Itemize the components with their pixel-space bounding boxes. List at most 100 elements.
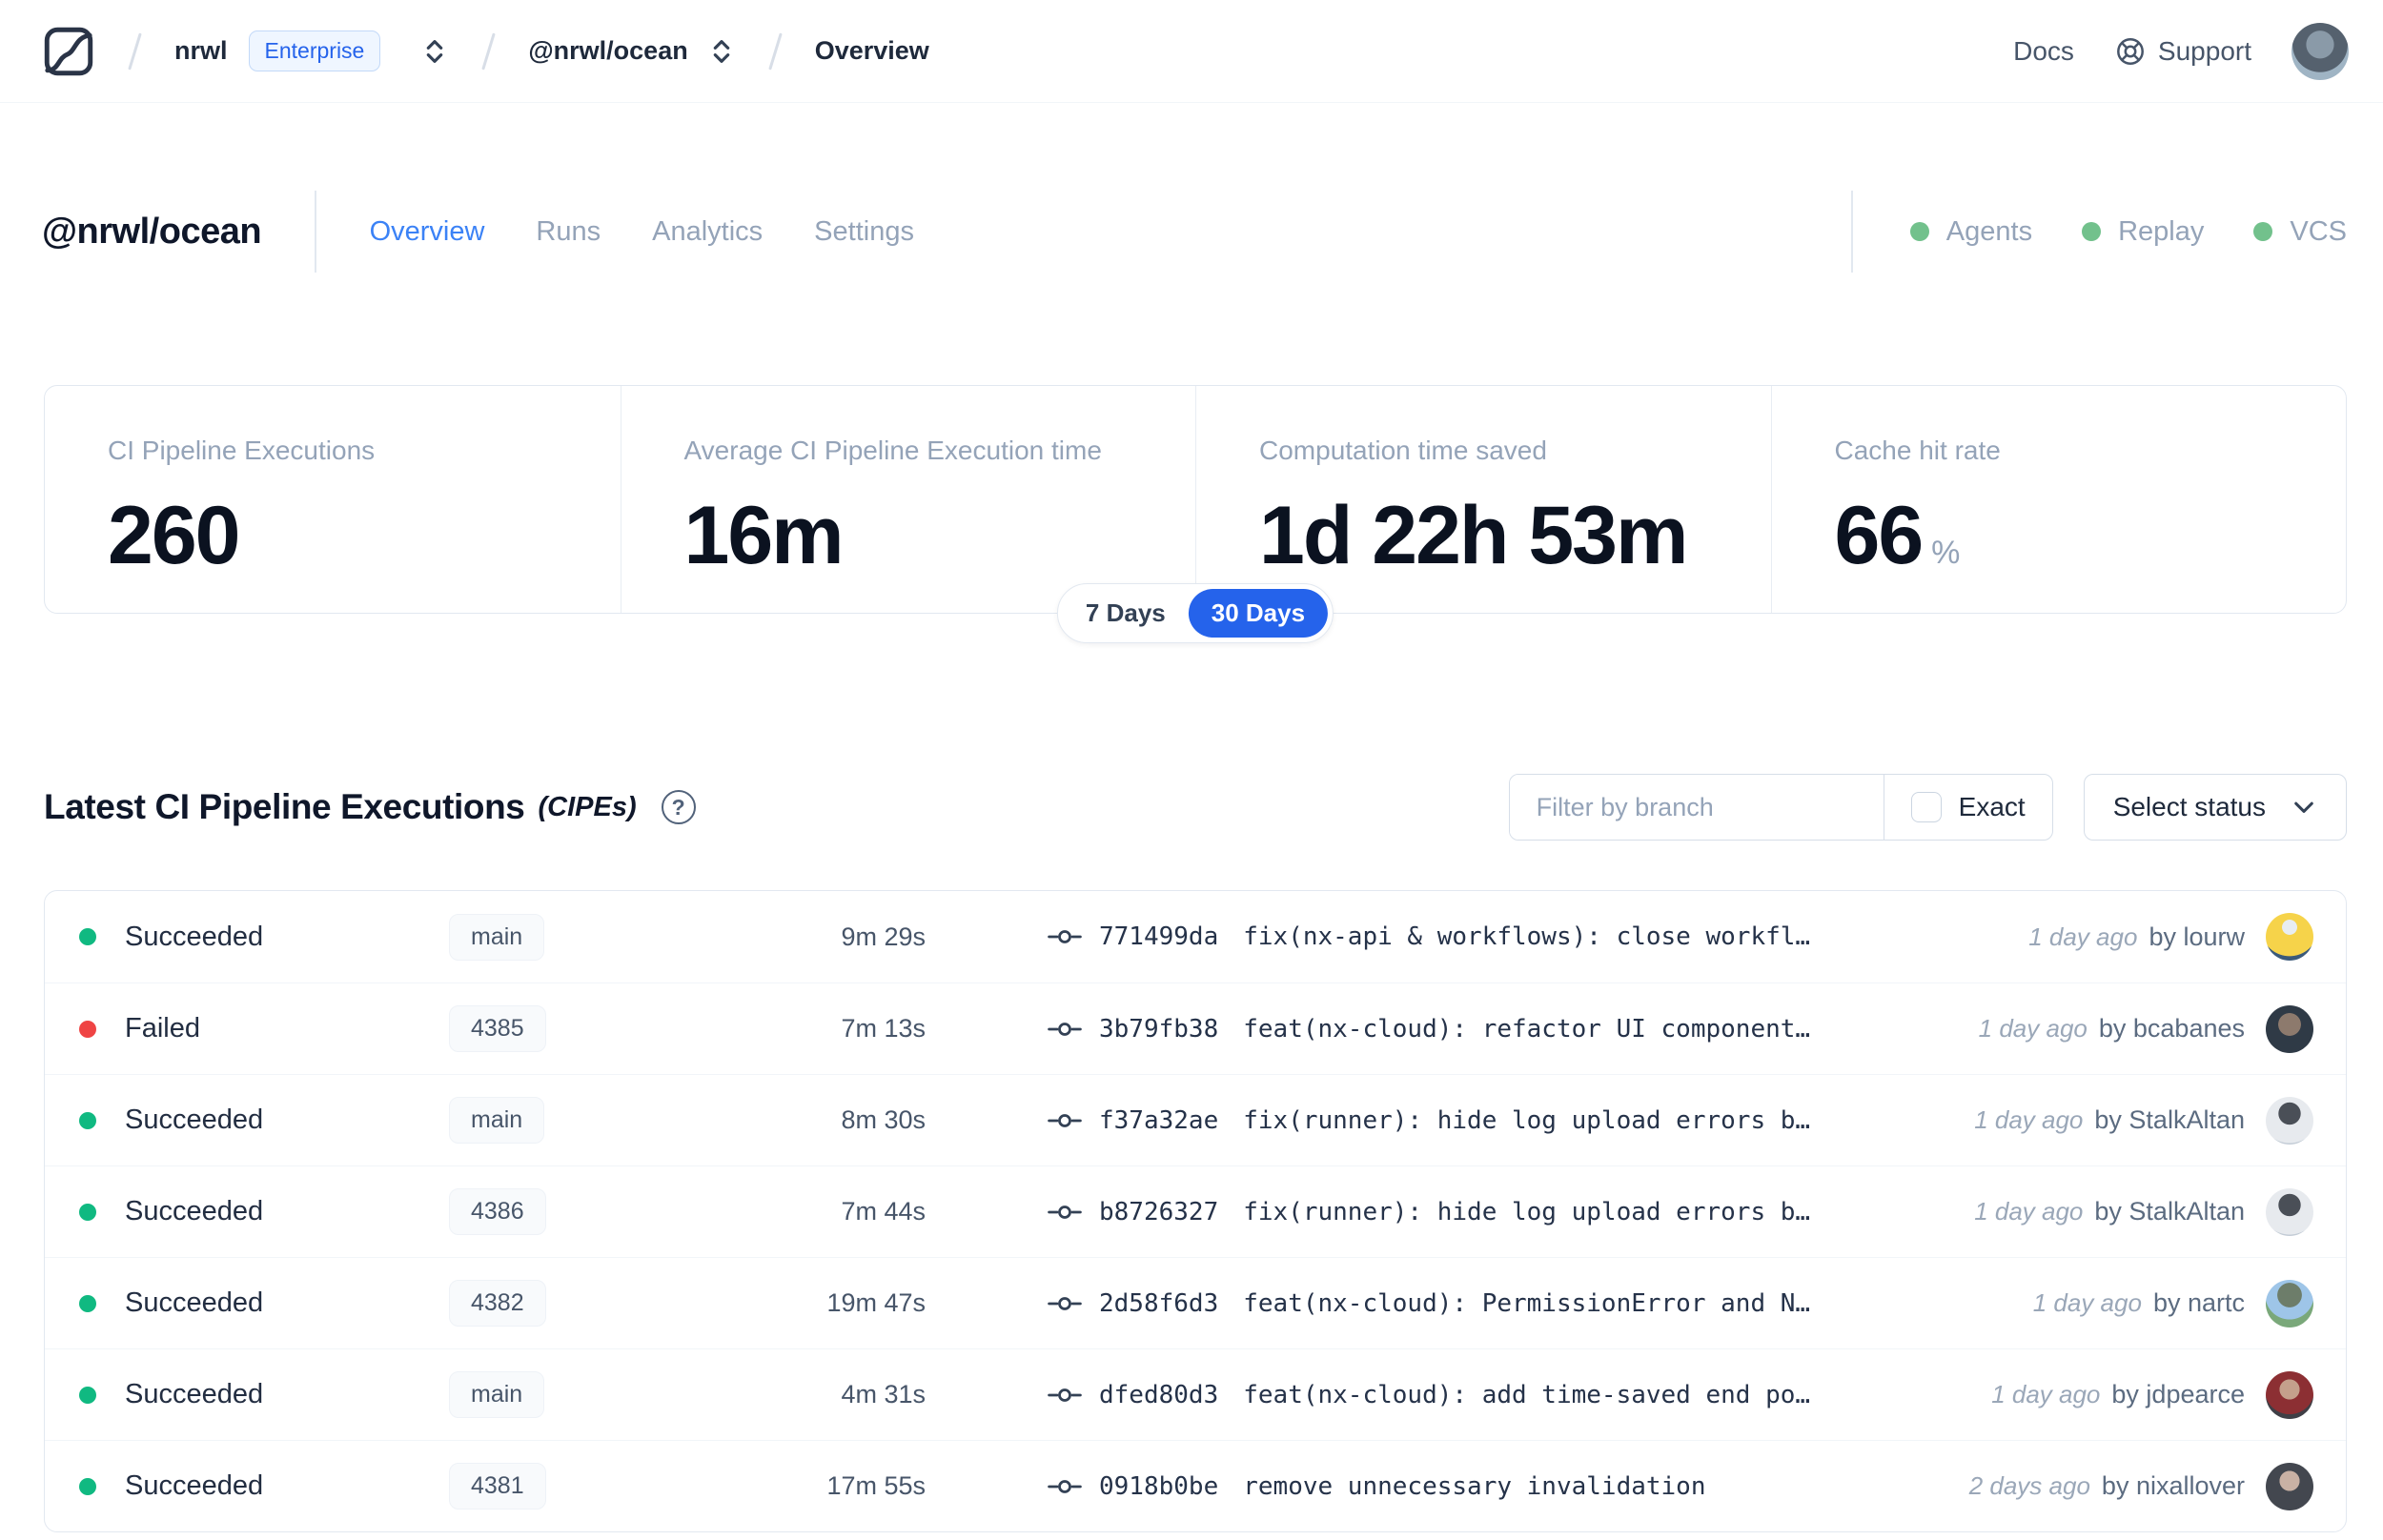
commit-message[interactable]: remove unnecessary invalidation bbox=[1243, 1472, 1705, 1501]
tab-runs[interactable]: Runs bbox=[536, 216, 601, 248]
divider bbox=[315, 191, 316, 273]
cipe-time: 2 days ago bbox=[1968, 1471, 2090, 1500]
commit-message[interactable]: fix(runner): hide log upload errors b… bbox=[1243, 1106, 1810, 1135]
avatar bbox=[2266, 1279, 2313, 1327]
branch-badge[interactable]: 4385 bbox=[449, 1005, 546, 1052]
breadcrumb-separator bbox=[481, 31, 497, 71]
workspace-switcher-button[interactable] bbox=[707, 35, 736, 68]
health-vcs-label: VCS bbox=[2290, 215, 2347, 247]
range-30-days[interactable]: 30 Days bbox=[1188, 589, 1329, 638]
cipe-author: by lourw bbox=[2149, 922, 2245, 951]
stat-value: 1d 22h 53m bbox=[1259, 495, 1733, 577]
cipe-duration: 4m 31s bbox=[841, 1380, 926, 1408]
table-row[interactable]: Succeeded main 9m 29s 771499da fix(nx-ap… bbox=[45, 891, 2346, 983]
commit-hash[interactable]: 2d58f6d3 bbox=[1099, 1289, 1218, 1318]
cipe-filters: Exact Select status bbox=[1508, 774, 2347, 841]
status-select-label: Select status bbox=[2112, 792, 2266, 821]
tab-overview[interactable]: Overview bbox=[370, 216, 485, 248]
branch-badge[interactable]: 4386 bbox=[449, 1188, 546, 1235]
exact-toggle[interactable]: Exact bbox=[1883, 775, 2052, 840]
commit-message[interactable]: fix(nx-api & workflows): close workfl… bbox=[1243, 922, 1810, 951]
cipe-time: 1 day ago bbox=[1991, 1380, 2101, 1408]
branch-badge[interactable]: main bbox=[449, 1371, 545, 1418]
avatar bbox=[2266, 1370, 2313, 1419]
exact-checkbox[interactable] bbox=[1910, 792, 1942, 822]
nx-cloud-logo-icon bbox=[44, 27, 93, 75]
table-row[interactable]: Succeeded 4381 17m 55s 0918b0be remove u… bbox=[45, 1440, 2346, 1531]
cipe-duration: 8m 30s bbox=[841, 1105, 926, 1134]
breadcrumb-separator bbox=[767, 31, 783, 71]
commit: 771499da fix(nx-api & workflows): close … bbox=[1048, 922, 2028, 951]
health-agents-label: Agents bbox=[1945, 215, 2033, 247]
cipe-duration: 19m 47s bbox=[826, 1288, 926, 1317]
cipe-duration: 9m 29s bbox=[841, 922, 926, 951]
support-link[interactable]: Support bbox=[2114, 35, 2251, 68]
health-vcs[interactable]: VCS bbox=[2253, 216, 2347, 248]
avatar bbox=[2266, 913, 2313, 961]
user-avatar[interactable] bbox=[2291, 22, 2349, 80]
branch-badge[interactable]: 4382 bbox=[449, 1280, 546, 1327]
docs-link[interactable]: Docs bbox=[2013, 36, 2074, 67]
stat-label: Average CI Pipeline Execution time bbox=[683, 436, 1102, 465]
stat-label: Computation time saved bbox=[1259, 436, 1547, 465]
cipe-status-dot-icon bbox=[79, 1386, 96, 1404]
breadcrumb-workspace[interactable]: @nrwl/ocean bbox=[528, 36, 687, 66]
cipe-status: Succeeded bbox=[125, 1287, 264, 1318]
cipe-meta: 1 day ago by bcabanes bbox=[1979, 1014, 2245, 1044]
branch-badge[interactable]: main bbox=[449, 913, 545, 961]
commit-message[interactable]: fix(runner): hide log upload errors b… bbox=[1243, 1198, 1810, 1226]
page-title: @nrwl/ocean bbox=[42, 211, 262, 252]
commit-hash[interactable]: 771499da bbox=[1099, 922, 1218, 951]
git-commit-icon bbox=[1048, 1113, 1082, 1127]
commit-message[interactable]: feat(nx-cloud): refactor UI component… bbox=[1243, 1015, 1810, 1044]
status-select-dropdown[interactable]: Select status bbox=[2083, 774, 2347, 841]
avatar bbox=[2266, 1096, 2313, 1145]
cipe-author: by nixallover bbox=[2101, 1471, 2245, 1500]
health-indicators: Agents Replay VCS bbox=[1851, 191, 2347, 273]
health-replay[interactable]: Replay bbox=[2082, 216, 2204, 248]
cipe-meta: 1 day ago by StalkAltan bbox=[1974, 1105, 2245, 1135]
cipe-status: Failed bbox=[125, 1013, 200, 1044]
commit-hash[interactable]: b8726327 bbox=[1099, 1198, 1218, 1226]
git-commit-icon bbox=[1048, 1296, 1082, 1310]
branch-filter-group: Exact bbox=[1508, 774, 2053, 841]
git-commit-icon bbox=[1048, 1022, 1082, 1036]
commit-message[interactable]: feat(nx-cloud): PermissionError and N… bbox=[1243, 1289, 1810, 1318]
tab-settings[interactable]: Settings bbox=[814, 216, 914, 248]
avatar bbox=[2266, 1187, 2313, 1236]
branch-badge[interactable]: main bbox=[449, 1097, 545, 1144]
commit-hash[interactable]: dfed80d3 bbox=[1099, 1381, 1218, 1409]
table-row[interactable]: Succeeded 4382 19m 47s 2d58f6d3 feat(nx-… bbox=[45, 1257, 2346, 1348]
stat-number: 1d 22h 53m bbox=[1259, 490, 1688, 581]
workspace-tabs: Overview Runs Analytics Settings bbox=[370, 216, 914, 248]
cipe-status: Succeeded bbox=[125, 1196, 264, 1226]
table-row[interactable]: Succeeded main 4m 31s dfed80d3 feat(nx-c… bbox=[45, 1348, 2346, 1440]
enterprise-badge[interactable]: Enterprise bbox=[248, 30, 381, 71]
cipe-time: 1 day ago bbox=[1974, 1197, 2084, 1226]
health-agents[interactable]: Agents bbox=[1909, 215, 2033, 248]
stat-cache-hit-rate: Cache hit rate 66% bbox=[1770, 386, 2347, 613]
branch-badge[interactable]: 4381 bbox=[449, 1463, 546, 1510]
cipe-section-header: Latest CI Pipeline Executions (CIPEs) ? … bbox=[0, 774, 2383, 841]
table-row[interactable]: Succeeded main 8m 30s f37a32ae fix(runne… bbox=[45, 1074, 2346, 1165]
commit-hash[interactable]: 0918b0be bbox=[1099, 1472, 1218, 1501]
breadcrumb-org[interactable]: nrwl bbox=[174, 36, 228, 66]
tab-analytics[interactable]: Analytics bbox=[652, 216, 763, 248]
nav-right: Docs Support bbox=[2013, 22, 2349, 80]
table-row[interactable]: Succeeded 4386 7m 44s b8726327 fix(runne… bbox=[45, 1165, 2346, 1257]
nx-cloud-logo[interactable] bbox=[42, 25, 95, 78]
cipe-meta: 1 day ago by StalkAltan bbox=[1974, 1197, 2245, 1226]
table-row[interactable]: Failed 4385 7m 13s 3b79fb38 feat(nx-clou… bbox=[45, 983, 2346, 1074]
stat-number: 260 bbox=[108, 490, 240, 581]
range-7-days[interactable]: 7 Days bbox=[1063, 589, 1189, 638]
commit-hash[interactable]: 3b79fb38 bbox=[1099, 1015, 1218, 1044]
commit-hash[interactable]: f37a32ae bbox=[1099, 1106, 1218, 1135]
org-switcher-button[interactable] bbox=[420, 35, 449, 68]
commit-message[interactable]: feat(nx-cloud): add time-saved end po… bbox=[1243, 1381, 1810, 1409]
git-commit-icon bbox=[1048, 1388, 1082, 1402]
cipe-author: by bcabanes bbox=[2098, 1014, 2245, 1043]
help-icon[interactable]: ? bbox=[661, 790, 696, 824]
branch-filter-input[interactable] bbox=[1509, 775, 1884, 840]
docs-label: Docs bbox=[2013, 35, 2074, 66]
stat-suffix: % bbox=[1931, 535, 1961, 571]
